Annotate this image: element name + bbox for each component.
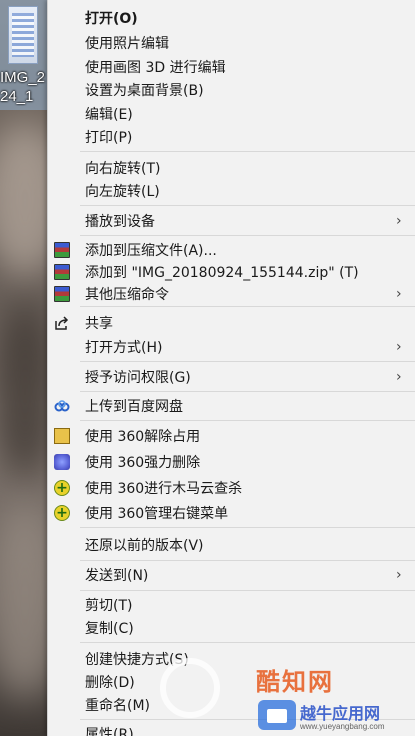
menu-item-open[interactable]: 打开(O) [48,6,415,30]
menu-item-label: 其他压缩命令 [85,287,169,303]
menu-item-360-scan[interactable]: + 使用 360进行木马云查杀 [48,476,415,500]
menu-item-label: 打印(P) [85,130,133,146]
menu-item-edit-with-photos[interactable]: 使用照片编辑 [48,31,415,55]
menu-item-edit-with-paint3d[interactable]: 使用画图 3D 进行编辑 [48,55,415,79]
menu-item-label: 共享 [85,316,113,332]
menu-item-open-with[interactable]: 打开方式(H) › [48,335,415,359]
360-scan-icon: + [54,480,70,496]
menu-item-label: 使用照片编辑 [85,36,169,52]
watermark-site-title-2: 越牛应用网 [300,704,381,723]
360-menu-manager-icon: + [54,505,70,521]
menu-item-label: 发送到(N) [85,568,149,584]
menu-item-label: 使用 360管理右键菜单 [85,506,229,522]
menu-item-label: 添加到压缩文件(A)... [85,243,217,259]
menu-item-grant-access[interactable]: 授予访问权限(G) › [48,365,415,389]
360-unlock-icon [54,428,70,444]
menu-item-rotate-right[interactable]: 向右旋转(T) [48,156,415,180]
menu-item-label: 还原以前的版本(V) [85,538,204,554]
menu-item-rotate-left[interactable]: 向左旋转(L) [48,179,415,203]
menu-item-label: 上传到百度网盘 [85,399,183,415]
desktop-file-caption: IMG_2 24_1 [0,69,46,105]
menu-separator [80,361,415,362]
menu-item-upload-baidu[interactable]: 上传到百度网盘 [48,394,415,418]
menu-item-label: 剪切(T) [85,598,133,614]
menu-separator [80,391,415,392]
menu-item-print[interactable]: 打印(P) [48,125,415,149]
menu-item-set-desktop-background[interactable]: 设置为桌面背景(B) [48,78,415,102]
360-force-delete-icon [54,454,70,470]
baidu-netdisk-icon [54,400,70,412]
image-thumbnail [8,6,38,64]
menu-item-label: 使用 360解除占用 [85,429,201,445]
watermark-house-icon [258,700,296,730]
menu-item-cast-to-device[interactable]: 播放到设备 › [48,209,415,233]
menu-separator [80,235,415,236]
menu-item-360-unlock[interactable]: 使用 360解除占用 [48,424,415,448]
watermark-url: www.yueyangbang.com [300,722,385,731]
menu-item-label: 使用 360进行木马云查杀 [85,481,243,497]
menu-item-label: 属性(R) [85,727,134,736]
menu-item-label: 向左旋转(L) [85,184,160,200]
menu-item-cut[interactable]: 剪切(T) [48,593,415,617]
desktop-file-icon[interactable]: IMG_2 24_1 [0,0,48,110]
winrar-icon [54,242,70,258]
submenu-arrow-icon: › [396,339,402,355]
menu-item-label: 复制(C) [85,621,134,637]
menu-item-label: 添加到 "IMG_20180924_155144.zip" (T) [85,265,359,281]
submenu-arrow-icon: › [396,369,402,385]
share-icon [55,316,69,330]
menu-item-label: 使用画图 3D 进行编辑 [85,60,226,76]
menu-item-label: 打开(O) [85,11,138,27]
menu-item-label: 重命名(M) [85,698,151,714]
menu-item-add-to-archive[interactable]: 添加到压缩文件(A)... [48,238,415,262]
watermark-site-title: 酷知网 [256,668,334,696]
menu-item-restore-previous[interactable]: 还原以前的版本(V) [48,533,415,557]
menu-separator [80,151,415,152]
menu-item-add-to-zip[interactable]: 添加到 "IMG_20180924_155144.zip" (T) [48,260,415,284]
menu-separator [80,420,415,421]
menu-item-other-compress[interactable]: 其他压缩命令 › [48,282,415,306]
menu-separator [80,306,415,307]
menu-item-send-to[interactable]: 发送到(N) › [48,563,415,587]
menu-item-share[interactable]: 共享 [48,311,415,335]
menu-item-delete[interactable]: 删除(D) [48,670,415,694]
menu-item-copy[interactable]: 复制(C) [48,616,415,640]
watermark-logo-icon [160,658,220,718]
menu-item-label: 打开方式(H) [85,340,163,356]
submenu-arrow-icon: › [396,286,402,302]
menu-item-label: 删除(D) [85,675,135,691]
menu-item-label: 使用 360强力删除 [85,455,201,471]
menu-item-label: 设置为桌面背景(B) [85,83,204,99]
menu-item-label: 播放到设备 [85,214,155,230]
menu-separator [80,527,415,528]
menu-separator [80,205,415,206]
menu-item-label: 授予访问权限(G) [85,370,191,386]
menu-item-edit[interactable]: 编辑(E) [48,102,415,126]
menu-item-360-force-delete[interactable]: 使用 360强力删除 [48,450,415,474]
menu-separator [80,560,415,561]
winrar-icon [54,264,70,280]
menu-item-360-menu-manager[interactable]: + 使用 360管理右键菜单 [48,501,415,525]
menu-separator [80,590,415,591]
menu-item-label: 向右旋转(T) [85,161,161,177]
submenu-arrow-icon: › [396,213,402,229]
winrar-icon [54,286,70,302]
menu-item-label: 编辑(E) [85,107,133,123]
submenu-arrow-icon: › [396,567,402,583]
menu-separator [80,642,415,643]
menu-item-create-shortcut[interactable]: 创建快捷方式(S) [48,647,415,671]
context-menu: 打开(O) 使用照片编辑 使用画图 3D 进行编辑 设置为桌面背景(B) 编辑(… [47,0,415,736]
